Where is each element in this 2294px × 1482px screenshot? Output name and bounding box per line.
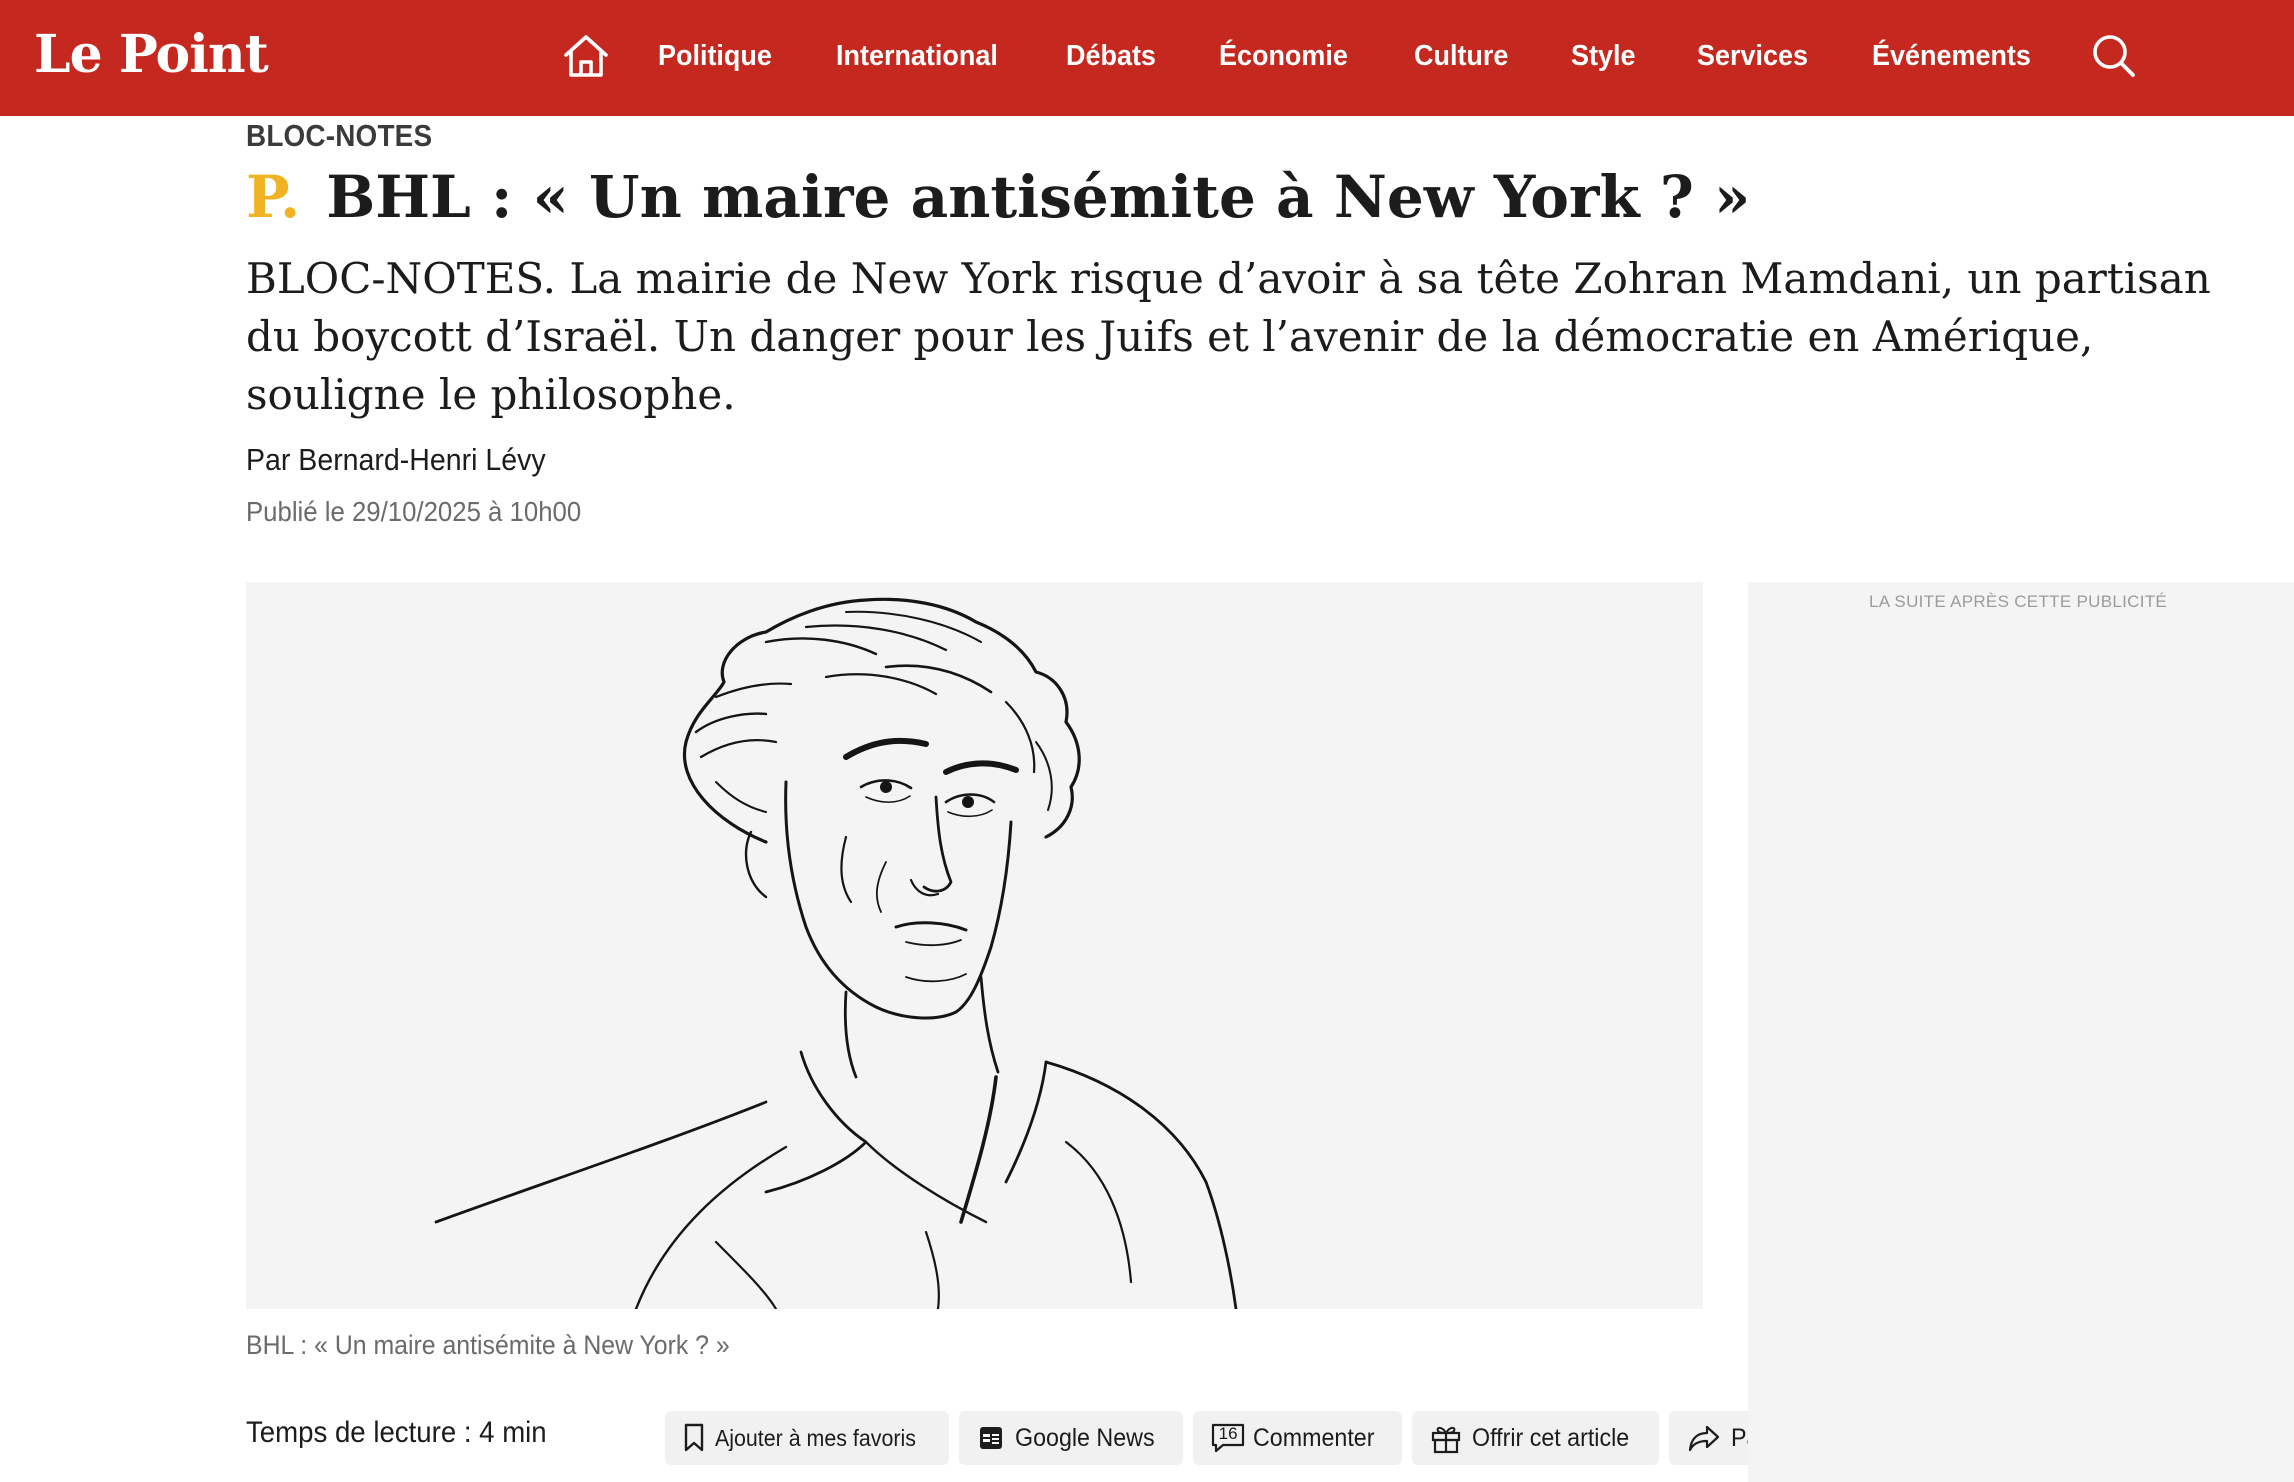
- add-to-favorites-button[interactable]: Ajouter à mes favoris: [665, 1411, 950, 1465]
- comment-count: 16: [1218, 1424, 1238, 1443]
- google-news-icon: [980, 1427, 1003, 1449]
- article-byline[interactable]: Par Bernard-Henri Lévy: [246, 442, 546, 478]
- search-icon[interactable]: [2091, 33, 2137, 79]
- portrait-drawing: [434, 597, 1238, 1309]
- article-actions: Ajouter à mes favoris Google News 16 Com…: [665, 1411, 1845, 1465]
- comment-label: Commenter: [1253, 1423, 1375, 1452]
- article-headline: BHL : « Un maire antisémite à New York ?…: [326, 163, 1751, 231]
- bookmark-icon: [684, 1423, 704, 1452]
- nav-item-style[interactable]: Style: [1571, 40, 1635, 73]
- headline-row: P. BHL : « Un maire antisémite à New Yor…: [246, 158, 1750, 236]
- gift-icon: [1431, 1426, 1460, 1454]
- nav-item-culture[interactable]: Culture: [1414, 40, 1508, 73]
- nav-item-services[interactable]: Services: [1697, 40, 1808, 73]
- nav-item-international[interactable]: International: [836, 40, 998, 73]
- google-news-label: Google News: [1015, 1423, 1155, 1452]
- le-point-logo[interactable]: Le Point: [34, 20, 269, 90]
- nav-item-politique[interactable]: Politique: [658, 40, 772, 73]
- main-nav: Politique International Débats Économie …: [560, 26, 2137, 86]
- hero-illustration[interactable]: [246, 582, 1703, 1309]
- publication-date: Publié le 29/10/2025 à 10h00: [246, 496, 582, 527]
- comment-button[interactable]: 16 Commenter: [1193, 1411, 1402, 1465]
- add-to-favorites-label: Ajouter à mes favoris: [715, 1424, 916, 1451]
- reading-time: Temps de lecture : 4 min: [246, 1416, 547, 1449]
- comment-bubble-icon: 16: [1211, 1423, 1245, 1453]
- article-lede: BLOC-NOTES. La mairie de New York risque…: [246, 254, 2211, 419]
- premium-article-icon: P.: [246, 163, 301, 231]
- google-news-button[interactable]: Google News: [959, 1411, 1184, 1465]
- home-icon[interactable]: [560, 30, 612, 82]
- gift-article-label: Offrir cet article: [1471, 1423, 1629, 1452]
- top-navigation-bar: Le Point Politique International Débats …: [0, 0, 2294, 116]
- nav-item-economie[interactable]: Économie: [1219, 40, 1348, 73]
- share-icon: [1688, 1425, 1719, 1452]
- advertisement-slot[interactable]: LA SUITE APRÈS CETTE PUBLICITÉ: [1748, 582, 2294, 1482]
- article-rubric[interactable]: BLOC-NOTES: [246, 118, 432, 154]
- gift-article-button[interactable]: Offrir cet article: [1411, 1411, 1659, 1465]
- hero-caption: BHL : « Un maire antisémite à New York ?…: [246, 1330, 730, 1360]
- nav-item-evenements[interactable]: Événements: [1872, 40, 2031, 73]
- nav-item-debats[interactable]: Débats: [1066, 40, 1156, 73]
- ad-label: LA SUITE APRÈS CETTE PUBLICITÉ: [1868, 592, 2168, 611]
